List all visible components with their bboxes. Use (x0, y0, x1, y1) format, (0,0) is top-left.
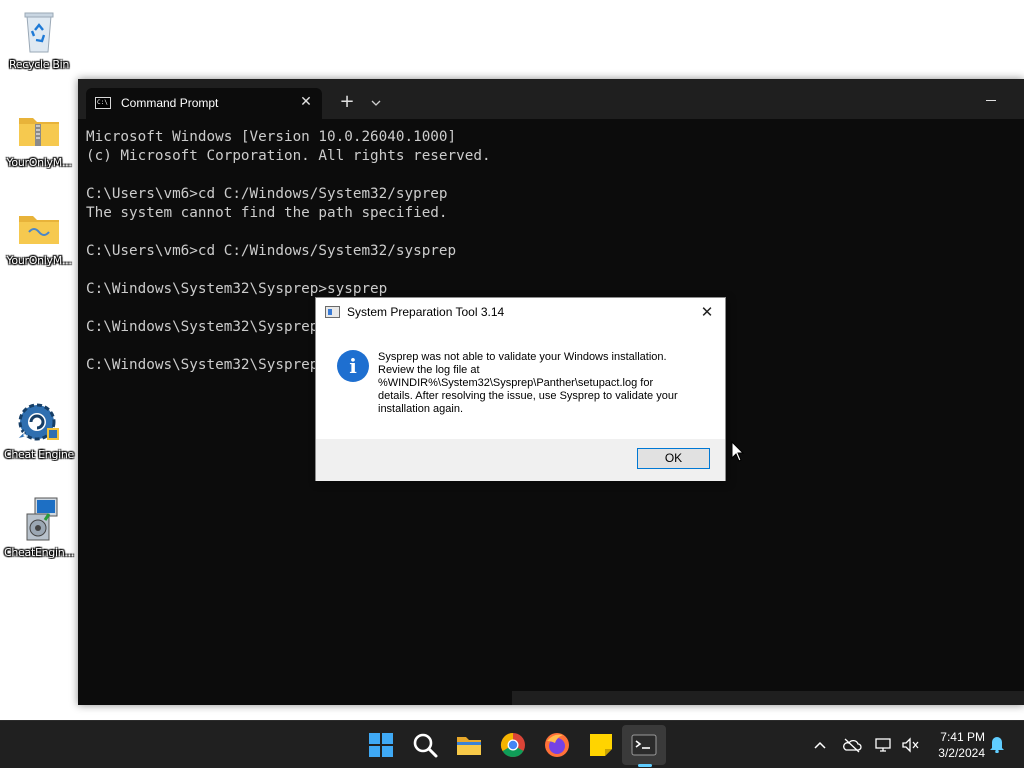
minimize-button[interactable] (976, 87, 1006, 111)
chevron-down-icon (371, 100, 381, 106)
system-clock[interactable]: 7:41 PM 3/2/2024 (925, 729, 985, 761)
dialog-content: i Sysprep was not able to validate your … (316, 328, 725, 439)
minimize-icon (986, 100, 996, 101)
notifications-button[interactable] (987, 735, 1007, 755)
tab-command-prompt[interactable]: C:\ Command Prompt ✕ (86, 88, 322, 119)
desktop-icon-recycle-bin[interactable]: Recycle Bin (2, 8, 76, 71)
desktop-icon-label: YourOnlyM... (6, 254, 72, 267)
dialog-title: System Preparation Tool 3.14 (347, 305, 505, 319)
dialog-close-button[interactable]: ✕ (695, 301, 719, 323)
firefox-icon[interactable] (543, 731, 571, 759)
clock-time: 7:41 PM (940, 730, 985, 744)
cheat-engine-icon (15, 398, 63, 446)
desktop-icon-installer[interactable]: CheatEngin... (2, 496, 76, 559)
folder-icon (15, 204, 63, 252)
ok-button[interactable]: OK (637, 448, 710, 469)
desktop-icon-cheat-engine[interactable]: Cheat Engine (2, 398, 76, 461)
cmd-icon: C:\ (95, 97, 111, 109)
close-icon: ✕ (300, 94, 312, 110)
terminal-line: (c) Microsoft Corporation. All rights re… (86, 148, 491, 164)
message-line: %WINDIR%\System32\Sysprep\Panther\setupa… (378, 377, 654, 389)
tab-title: Command Prompt (121, 96, 219, 110)
file-explorer-icon[interactable] (455, 731, 483, 759)
show-hidden-icons-button[interactable] (810, 735, 830, 755)
zip-folder-icon (15, 106, 63, 154)
start-icon[interactable] (367, 731, 395, 759)
desktop-icon-folder[interactable]: YourOnlyM... (2, 204, 76, 267)
desktop-icon-label: Cheat Engine (3, 448, 75, 461)
dialog-footer: OK (316, 439, 725, 481)
chevron-up-icon (814, 741, 826, 749)
terminal-line: Microsoft Windows [Version 10.0.26040.10… (86, 129, 457, 145)
message-line: installation again. (378, 403, 464, 415)
bell-icon (990, 737, 1004, 754)
message-line: Review the log file at (378, 364, 480, 376)
tab-close-button[interactable]: ✕ (296, 92, 316, 112)
clock-date: 3/2/2024 (938, 746, 985, 760)
sticky-notes-icon[interactable] (587, 731, 615, 759)
active-app-indicator (638, 764, 652, 767)
taskbar: 7:41 PM 3/2/2024 (0, 720, 1024, 768)
horizontal-scrollbar[interactable] (512, 691, 1024, 705)
plus-icon: + (339, 91, 355, 112)
search-icon[interactable] (411, 731, 439, 759)
installer-icon (15, 496, 63, 544)
onedrive-offline-icon[interactable] (842, 735, 862, 755)
new-tab-button[interactable]: + (336, 92, 358, 114)
desktop-icon-label: YourOnlyM... (6, 156, 72, 169)
sysprep-dialog[interactable]: System Preparation Tool 3.14 ✕ i Sysprep… (315, 297, 726, 481)
desktop-icon-zip-folder[interactable]: YourOnlyM... (2, 106, 76, 169)
terminal-line: The system cannot find the path specifie… (86, 205, 448, 221)
chrome-icon[interactable] (499, 731, 527, 759)
dialog-message: Sysprep was not able to validate your Wi… (378, 351, 708, 416)
recycle-bin-icon (15, 8, 63, 56)
terminal-icon[interactable] (630, 731, 658, 759)
network-icon[interactable] (874, 735, 894, 755)
message-line: Sysprep was not able to validate your Wi… (378, 351, 667, 363)
terminal-titlebar[interactable]: C:\ Command Prompt ✕ + (78, 79, 1024, 119)
terminal-line: C:\Users\vm6>cd C:/Windows/System32/sypr… (86, 186, 448, 202)
close-icon: ✕ (700, 303, 714, 321)
message-line: details. After resolving the issue, use … (378, 390, 678, 402)
info-icon: i (337, 350, 369, 382)
tab-dropdown-button[interactable] (366, 92, 386, 114)
mouse-cursor-icon (731, 441, 745, 462)
desktop-icon-label: Recycle Bin (8, 58, 70, 71)
app-window-icon (325, 306, 340, 318)
terminal-line: C:\Users\vm6>cd C:/Windows/System32/sysp… (86, 243, 457, 259)
volume-muted-icon[interactable] (900, 735, 920, 755)
desktop-icon-label: CheatEngin... (4, 546, 74, 559)
